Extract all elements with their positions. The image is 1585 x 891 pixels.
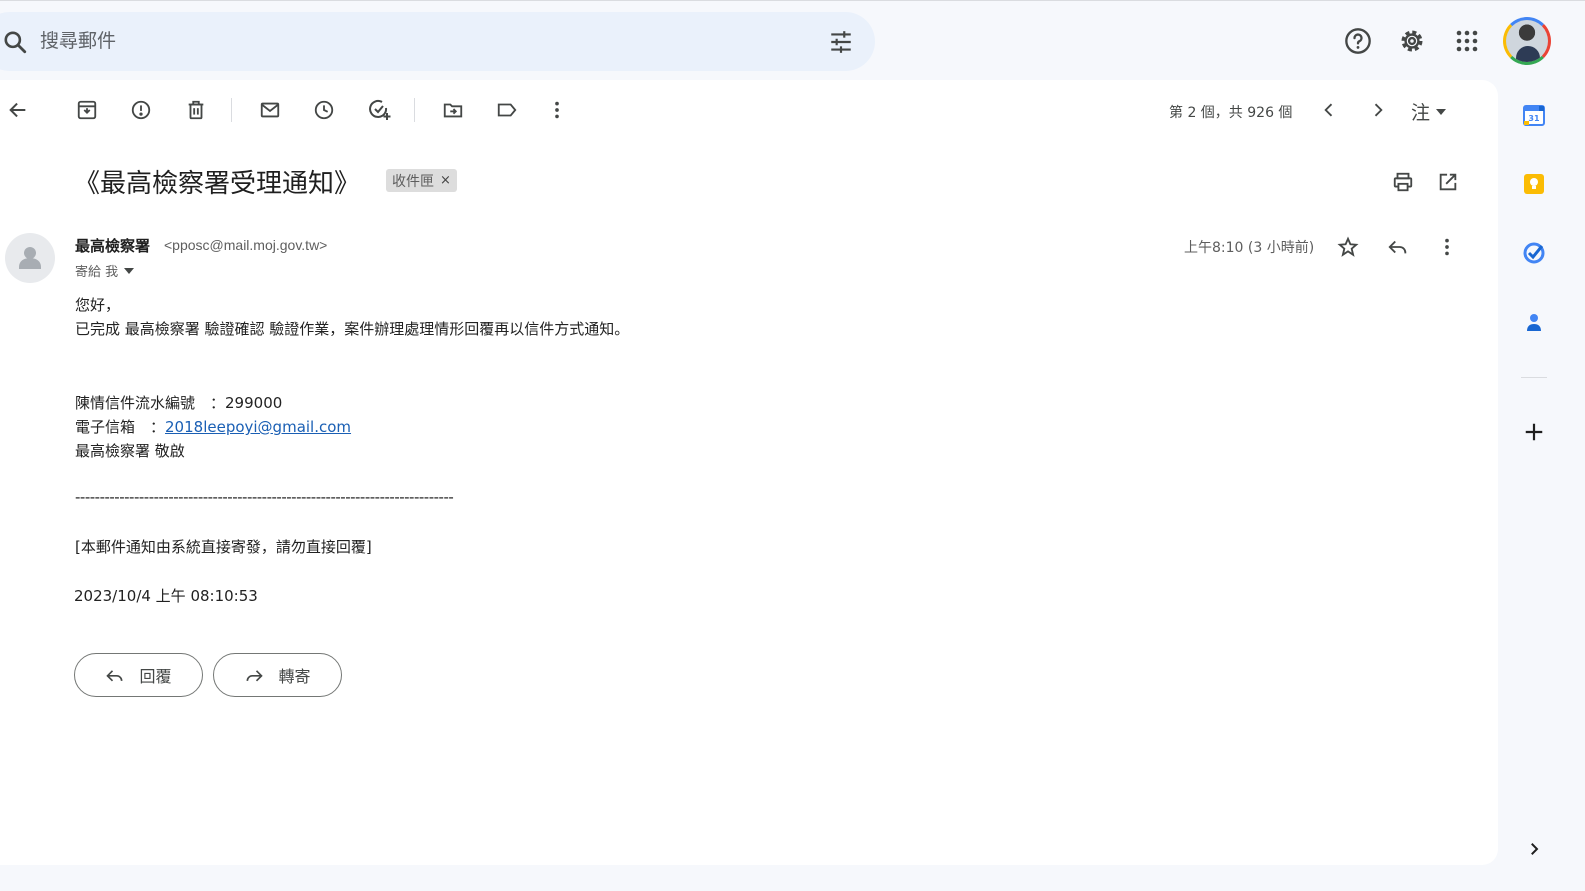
inbox-label-chip[interactable]: 收件匣 × xyxy=(386,169,457,192)
email-label: 電子信箱 ： xyxy=(75,418,166,436)
sent-datetime: 2023/10/4 上午 08:10:53 xyxy=(74,587,258,605)
caret-down-icon xyxy=(124,267,135,274)
contacts-icon[interactable] xyxy=(1521,309,1547,335)
email-address-link[interactable]: 2018leepoyi@gmail.com xyxy=(165,418,351,436)
side-panel-divider xyxy=(1521,377,1547,378)
serial-value: 299000 xyxy=(225,394,283,412)
body-line: 已完成 最高檢察署 驗證確認 驗證作業，案件辦理處理情形回覆再以信件方式通知。 xyxy=(75,320,630,338)
more-vertical-icon[interactable] xyxy=(1435,235,1459,259)
delete-icon[interactable] xyxy=(184,98,208,122)
forward-icon xyxy=(246,670,264,682)
more-vertical-icon[interactable] xyxy=(545,98,569,122)
move-to-folder-icon[interactable] xyxy=(441,98,465,122)
archive-icon[interactable] xyxy=(75,98,99,122)
top-bar xyxy=(0,0,1585,80)
caret-down-icon xyxy=(1436,108,1447,115)
body-divider: ----------------------------------------… xyxy=(75,488,454,506)
message-pane: 第 2 個，共 926 個 注 《最高檢察署受理通知》 收件匣 × 最高檢察署 … xyxy=(0,80,1498,865)
email-subject: 《最高檢察署受理通知》 xyxy=(74,169,361,199)
svg-text:31: 31 xyxy=(1528,114,1540,123)
recipient-details[interactable]: 寄給 我 xyxy=(75,261,135,280)
calendar-icon[interactable]: 31 xyxy=(1521,102,1547,128)
system-notice: [本郵件通知由系統直接寄發，請勿直接回覆] xyxy=(75,538,372,556)
search-bar[interactable] xyxy=(0,12,875,71)
input-tools-dropdown[interactable]: 注 xyxy=(1411,98,1447,125)
label-icon[interactable] xyxy=(495,98,519,122)
settings-icon[interactable] xyxy=(1398,27,1426,55)
message-counter: 第 2 個，共 926 個 xyxy=(1169,105,1293,121)
star-icon[interactable] xyxy=(1336,235,1360,259)
search-icon[interactable] xyxy=(2,29,28,60)
toolbar-divider xyxy=(414,98,415,122)
reply-icon[interactable] xyxy=(1386,235,1410,259)
signature: 最高檢察署 敬啟 xyxy=(75,442,185,460)
open-new-window-icon[interactable] xyxy=(1436,170,1460,194)
expand-panel-chevron-icon[interactable] xyxy=(1521,836,1547,862)
tasks-icon[interactable] xyxy=(1521,240,1547,266)
email-address-line: 電子信箱 ：2018leepoyi@gmail.com xyxy=(75,416,351,437)
add-plus-icon[interactable] xyxy=(1521,419,1547,445)
chevron-left-icon[interactable] xyxy=(1317,98,1341,122)
reply-button[interactable]: 回覆 xyxy=(74,653,203,697)
sender-avatar[interactable] xyxy=(5,233,55,283)
message-timestamp: 上午8:10 (3 小時前) xyxy=(1184,240,1315,256)
search-input[interactable] xyxy=(38,25,738,57)
input-tools-label: 注 xyxy=(1411,102,1431,124)
back-arrow-icon[interactable] xyxy=(6,98,30,122)
toolbar-divider xyxy=(231,98,232,122)
close-icon[interactable]: × xyxy=(440,173,451,188)
report-spam-icon[interactable] xyxy=(129,98,153,122)
label-chip-text: 收件匣 xyxy=(392,173,434,190)
sender-name[interactable]: 最高檢察署 xyxy=(75,235,150,256)
add-task-icon[interactable] xyxy=(367,98,391,122)
snooze-clock-icon[interactable] xyxy=(312,98,336,122)
forward-button[interactable]: 轉寄 xyxy=(213,653,342,697)
reply-button-label: 回覆 xyxy=(139,667,172,686)
forward-button-label: 轉寄 xyxy=(278,667,311,686)
serial-number-line: 陳情信件流水編號 ：299000 xyxy=(75,392,282,413)
help-icon[interactable] xyxy=(1344,27,1372,55)
search-options-icon[interactable] xyxy=(828,29,854,60)
account-avatar[interactable] xyxy=(1503,17,1551,65)
sender-email: <pposc@mail.moj.gov.tw> xyxy=(164,237,328,253)
recipient-text: 寄給 我 xyxy=(75,265,119,280)
reply-icon xyxy=(106,670,123,682)
keep-notes-icon[interactable] xyxy=(1521,171,1547,197)
serial-label: 陳情信件流水編號 ： xyxy=(75,394,226,412)
mark-unread-icon[interactable] xyxy=(258,98,282,122)
print-icon[interactable] xyxy=(1391,170,1415,194)
body-greeting: 您好， xyxy=(75,296,121,314)
chevron-right-icon[interactable] xyxy=(1366,98,1390,122)
apps-grid-icon[interactable] xyxy=(1453,27,1481,55)
